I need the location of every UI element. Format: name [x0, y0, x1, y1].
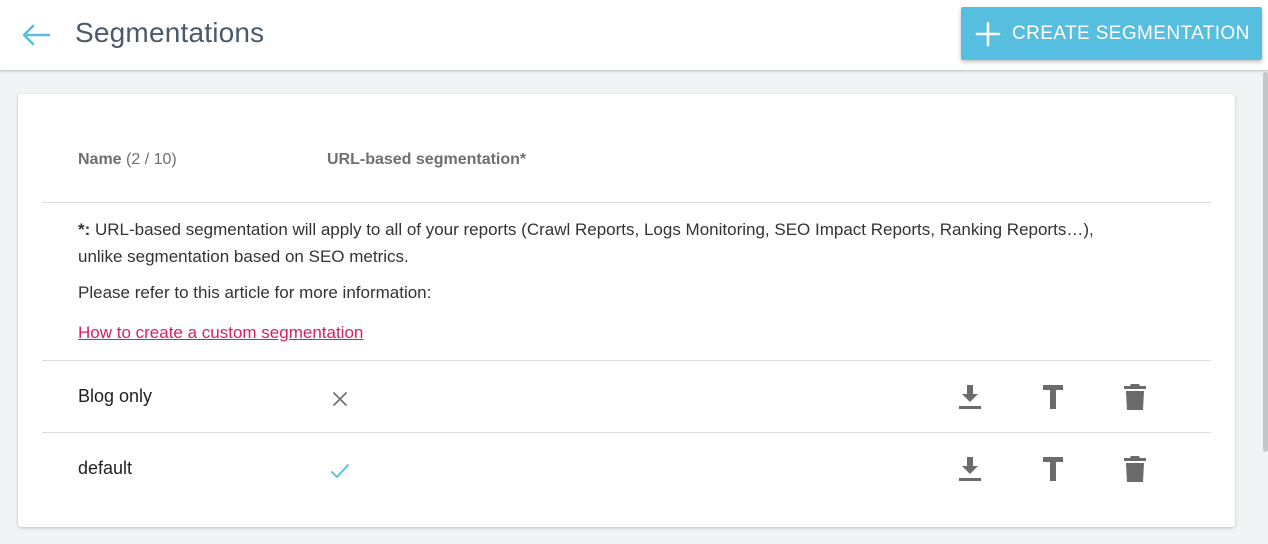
- url-segmentation-note: *: URL-based segmentation will apply to …: [78, 216, 1138, 270]
- rename-button[interactable]: [1038, 454, 1068, 484]
- delete-button[interactable]: [1120, 454, 1150, 484]
- close-icon: [333, 392, 347, 406]
- create-segmentation-label: CREATE SEGMENTATION: [1012, 22, 1250, 44]
- row-divider: [42, 432, 1211, 433]
- back-button[interactable]: [18, 18, 54, 52]
- header-divider: [42, 202, 1211, 203]
- trash-icon: [1124, 384, 1146, 410]
- help-article-link[interactable]: How to create a custom segmentation: [78, 323, 363, 343]
- download-icon: [959, 457, 981, 481]
- segmentations-card: Name (2 / 10) URL-based segmentation* *:…: [18, 94, 1235, 527]
- segmentation-name: default: [78, 458, 133, 478]
- page-scrollbar[interactable]: [1263, 72, 1268, 452]
- arrow-left-icon: [22, 24, 51, 46]
- rename-button[interactable]: [1038, 382, 1068, 412]
- note-marker: *:: [78, 220, 91, 239]
- column-header-url-based[interactable]: URL-based segmentation*: [327, 151, 526, 169]
- segmentation-count: (2 / 10): [126, 151, 177, 168]
- note-divider: [42, 360, 1211, 361]
- text-icon: [1043, 457, 1063, 481]
- create-segmentation-button[interactable]: CREATE SEGMENTATION: [961, 7, 1262, 60]
- segmentation-name: Blog only: [78, 386, 153, 406]
- refer-text: Please refer to this article for more in…: [78, 283, 432, 302]
- check-icon: [331, 464, 349, 478]
- download-icon: [959, 385, 981, 409]
- text-icon: [1043, 385, 1063, 409]
- delete-button[interactable]: [1120, 382, 1150, 412]
- download-button[interactable]: [955, 382, 985, 412]
- download-button[interactable]: [955, 454, 985, 484]
- note-text: URL-based segmentation will apply to all…: [78, 220, 1094, 266]
- name-header-label: Name: [78, 151, 122, 168]
- column-header-name[interactable]: Name (2 / 10): [78, 151, 177, 169]
- trash-icon: [1124, 456, 1146, 482]
- page-title: Segmentations: [75, 17, 265, 48]
- plus-icon: [975, 21, 1001, 46]
